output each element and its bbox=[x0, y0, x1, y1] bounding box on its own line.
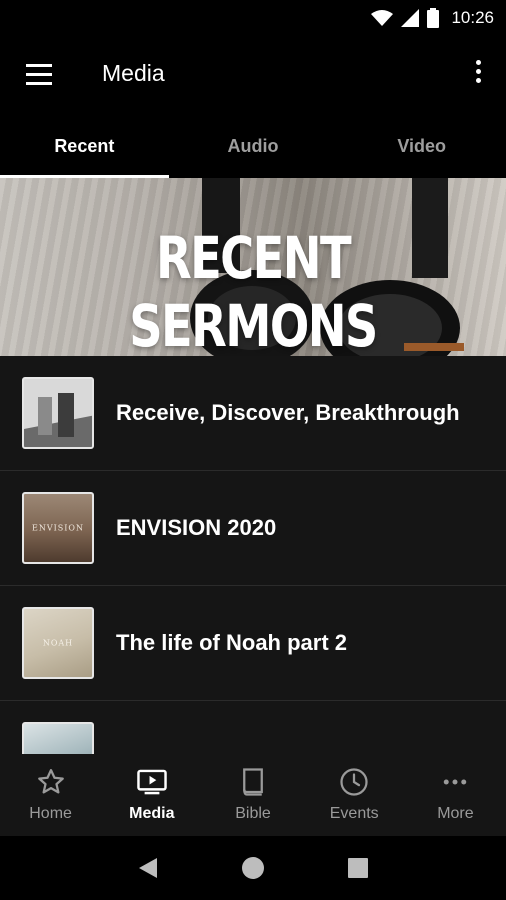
list-item[interactable] bbox=[0, 701, 506, 754]
list-item[interactable]: NOAH The life of Noah part 2 bbox=[0, 586, 506, 701]
sermon-thumbnail: ENVISION bbox=[22, 492, 94, 564]
sermon-title: Receive, Discover, Breakthrough bbox=[116, 400, 460, 425]
recent-sermons-banner[interactable]: RECENT SERMONS bbox=[0, 178, 506, 356]
bottom-navigation: Home Media Bible Events More bbox=[0, 754, 506, 836]
sermon-thumbnail bbox=[22, 722, 94, 754]
nav-more[interactable]: More bbox=[405, 754, 506, 836]
nav-events[interactable]: Events bbox=[304, 754, 405, 836]
sermon-list: Receive, Discover, Breakthrough ENVISION… bbox=[0, 356, 506, 754]
status-time: 10:26 bbox=[451, 8, 494, 27]
thumbnail-text: NOAH bbox=[42, 638, 74, 648]
clock-icon bbox=[340, 768, 368, 796]
sermon-thumbnail bbox=[22, 377, 94, 449]
hamburger-icon[interactable] bbox=[26, 64, 54, 86]
home-icon[interactable] bbox=[239, 854, 267, 882]
thumbnail-text: ENVISION bbox=[32, 523, 84, 533]
nav-media[interactable]: Media bbox=[101, 754, 202, 836]
more-vert-icon[interactable] bbox=[472, 60, 484, 90]
cell-signal-icon bbox=[401, 9, 420, 27]
back-icon[interactable] bbox=[134, 854, 162, 882]
tab-audio[interactable]: Audio bbox=[169, 114, 338, 178]
sermon-title: The life of Noah part 2 bbox=[116, 630, 348, 655]
tab-bar: Recent Audio Video bbox=[0, 114, 506, 178]
star-icon bbox=[37, 769, 64, 794]
book-icon bbox=[243, 768, 263, 796]
nav-label: Media bbox=[129, 805, 175, 822]
sermon-title: ENVISION 2020 bbox=[116, 515, 277, 540]
list-item[interactable]: ENVISION ENVISION 2020 bbox=[0, 471, 506, 586]
status-bar: 10:26 bbox=[0, 0, 506, 36]
nav-label: Events bbox=[329, 805, 379, 822]
nav-label: More bbox=[437, 805, 474, 822]
list-item[interactable]: Receive, Discover, Breakthrough bbox=[0, 356, 506, 471]
nav-label: Home bbox=[29, 805, 72, 822]
app-bar: Media bbox=[0, 36, 506, 114]
sermon-thumbnail: NOAH bbox=[22, 607, 94, 679]
tv-play-icon bbox=[137, 769, 167, 795]
nav-bible[interactable]: Bible bbox=[202, 754, 303, 836]
nav-home[interactable]: Home bbox=[0, 754, 101, 836]
wifi-icon bbox=[371, 10, 394, 26]
banner-title: RECENT SERMONS bbox=[129, 224, 378, 356]
recents-icon[interactable] bbox=[344, 854, 372, 882]
more-horiz-icon bbox=[444, 779, 467, 785]
nav-label: Bible bbox=[235, 805, 271, 822]
battery-icon bbox=[427, 8, 440, 28]
page-title: Media bbox=[102, 60, 165, 86]
system-navigation-bar bbox=[0, 836, 506, 900]
tab-video[interactable]: Video bbox=[337, 114, 506, 178]
tab-recent[interactable]: Recent bbox=[0, 114, 169, 178]
